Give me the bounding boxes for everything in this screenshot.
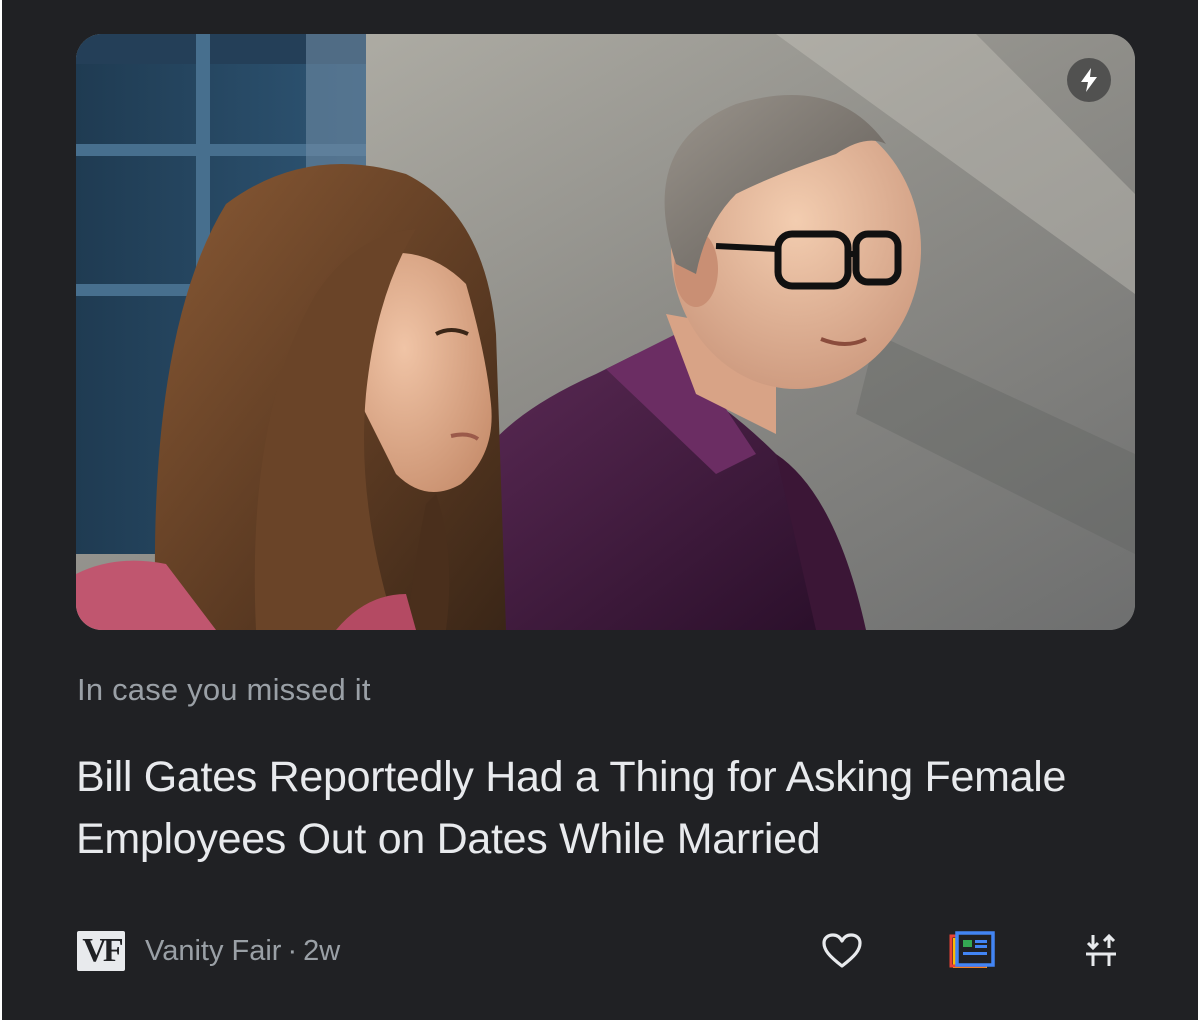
hero-image[interactable] xyxy=(76,34,1135,630)
news-card[interactable]: In case you missed it Bill Gates Reporte… xyxy=(2,0,1198,1020)
full-coverage-icon xyxy=(949,931,995,968)
like-button[interactable] xyxy=(818,928,866,974)
amp-badge xyxy=(1067,58,1111,102)
headline[interactable]: Bill Gates Reportedly Had a Thing for As… xyxy=(76,746,1156,870)
publisher-name[interactable]: Vanity Fair xyxy=(145,935,281,968)
meta-separator: · xyxy=(287,934,298,967)
source-row: VF Vanity Fair · 2w xyxy=(77,928,340,974)
full-coverage-button[interactable] xyxy=(948,928,996,974)
publisher-logo: VF xyxy=(77,931,125,971)
more-options-button[interactable] xyxy=(1077,928,1125,974)
sort-arrows-icon xyxy=(1086,933,1116,966)
publish-age: 2w xyxy=(303,934,341,967)
heart-outline-icon xyxy=(822,933,862,968)
hero-photo xyxy=(76,34,1135,630)
kicker-label: In case you missed it xyxy=(77,672,371,707)
lightning-bolt-icon xyxy=(1081,68,1097,92)
